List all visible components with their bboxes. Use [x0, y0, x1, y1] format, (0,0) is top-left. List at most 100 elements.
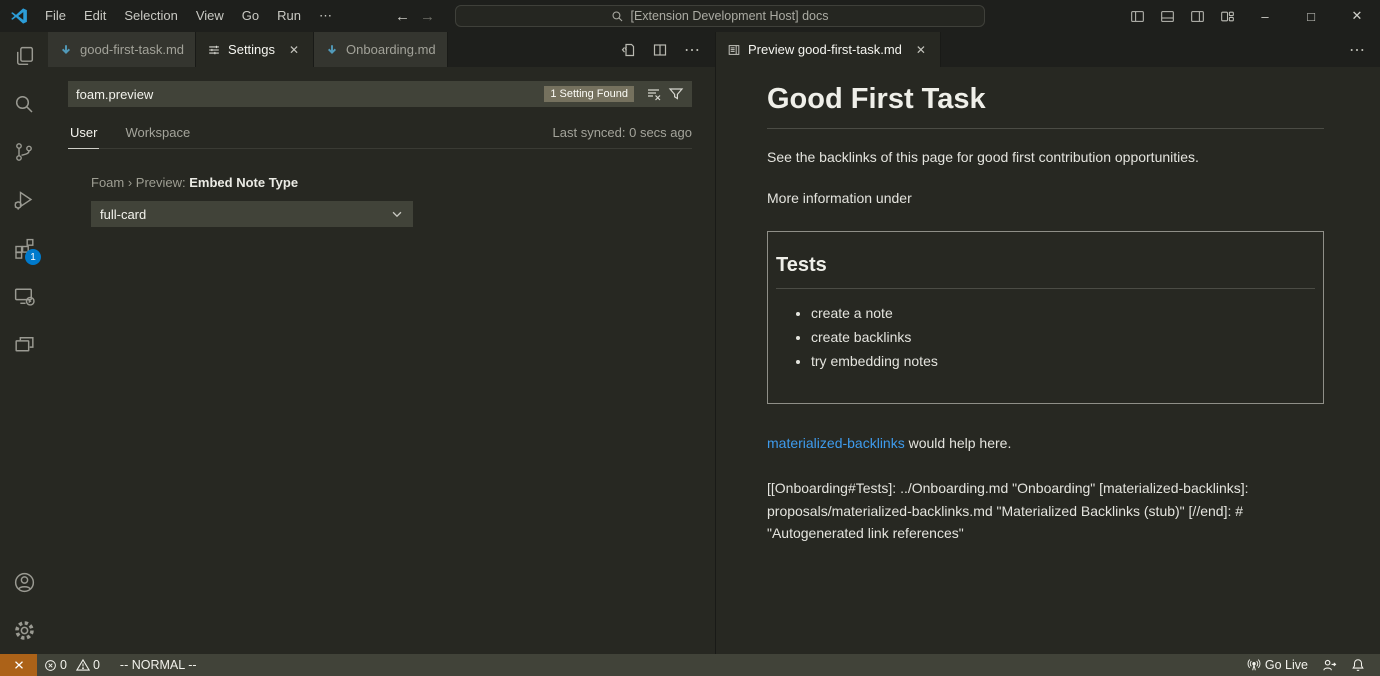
minimize-button[interactable]: –: [1242, 0, 1288, 32]
go-live-label: Go Live: [1265, 658, 1308, 672]
tab-label: good-first-task.md: [80, 42, 184, 57]
tab-label: Onboarding.md: [346, 42, 436, 57]
account-button[interactable]: [0, 558, 48, 606]
close-icon[interactable]: ✕: [913, 43, 929, 57]
list-item: create a note: [811, 305, 1315, 321]
nav-forward-button[interactable]: →: [420, 8, 435, 25]
embedded-note-title: Tests: [776, 254, 1315, 289]
settings-search-box: 1 Setting Found: [68, 81, 692, 107]
vscode-logo-icon: [10, 7, 28, 25]
customize-layout-button[interactable]: [1212, 0, 1242, 32]
tabstrip-left: good-first-task.md Settings ✕ Onboarding…: [48, 32, 715, 67]
gear-icon: [12, 618, 37, 643]
markdown-preview: Good First Task See the backlinks of thi…: [716, 67, 1380, 654]
menu-item-edit[interactable]: Edit: [75, 0, 115, 32]
vim-mode-label[interactable]: -- NORMAL --: [113, 654, 204, 676]
toggle-primary-sidebar-button[interactable]: [1122, 0, 1152, 32]
settings-sliders-icon: [207, 43, 221, 57]
remote-indicator-button[interactable]: [0, 654, 37, 676]
sidebar-item-source-control[interactable]: [0, 128, 48, 176]
menu-item-go[interactable]: Go: [233, 0, 268, 32]
broadcast-icon: [1247, 658, 1261, 672]
link-paragraph: materialized-backlinks would help here.: [767, 435, 1324, 451]
menu-item-file[interactable]: File: [36, 0, 75, 32]
setting-item-embed-note-type: Foam › Preview: Embed Note Type full-car…: [68, 175, 692, 227]
remote-icon: [12, 658, 26, 672]
search-icon: [611, 10, 624, 23]
tab-settings[interactable]: Settings ✕: [196, 32, 314, 67]
nav-back-button[interactable]: ←: [395, 8, 410, 25]
chevron-down-icon: [390, 207, 404, 221]
clear-search-filters-button[interactable]: [644, 84, 664, 104]
setting-title: Foam › Preview: Embed Note Type: [91, 175, 692, 190]
more-actions-button[interactable]: ⋯: [684, 40, 701, 60]
preview-title: Good First Task: [767, 83, 1324, 129]
debug-icon: [12, 188, 36, 212]
preview-paragraph-1: See the backlinks of this page for good …: [767, 149, 1324, 165]
split-editor-button[interactable]: [652, 42, 668, 58]
embed-note-type-dropdown[interactable]: full-card: [91, 201, 413, 227]
tab-good-first-task[interactable]: good-first-task.md: [48, 32, 196, 67]
link-references-paragraph: [[Onboarding#Tests]: ../Onboarding.md "O…: [767, 477, 1324, 545]
scope-tab-user[interactable]: User: [68, 121, 99, 149]
tab-label: Preview good-first-task.md: [748, 42, 902, 57]
toggle-secondary-sidebar-button[interactable]: [1182, 0, 1212, 32]
settings-editor: 1 Setting Found User Workspace Last sync…: [48, 67, 715, 654]
menu-item-view[interactable]: View: [187, 0, 233, 32]
go-live-button[interactable]: Go Live: [1240, 654, 1315, 676]
list-item: try embedding notes: [811, 353, 1315, 369]
markdown-icon: [59, 43, 73, 57]
markdown-icon: [325, 43, 339, 57]
markdown-preview-icon: [727, 43, 741, 57]
manage-settings-button[interactable]: [0, 606, 48, 654]
link-tail-text: would help here.: [905, 435, 1012, 451]
filter-settings-button[interactable]: [666, 84, 686, 104]
error-icon: [44, 659, 57, 672]
preview-paragraph-2: More information under: [767, 190, 1324, 206]
warning-count: 0: [93, 658, 100, 672]
maximize-button[interactable]: □: [1288, 0, 1334, 32]
extensions-badge: 1: [25, 249, 41, 265]
sidebar-item-run-debug[interactable]: [0, 176, 48, 224]
sidebar-item-extensions[interactable]: 1: [0, 224, 48, 272]
sidebar-item-explorer[interactable]: [0, 32, 48, 80]
results-count-badge: 1 Setting Found: [544, 86, 634, 102]
account-icon: [12, 570, 37, 595]
setting-name: Embed Note Type: [189, 175, 298, 190]
materialized-backlinks-link[interactable]: materialized-backlinks: [767, 435, 905, 451]
person-share-icon: [1322, 658, 1337, 673]
activity-bar: 1: [0, 32, 48, 654]
menu-item-run[interactable]: Run: [268, 0, 310, 32]
titlebar: File Edit Selection View Go Run ⋯ ← → [E…: [0, 0, 1380, 32]
toggle-panel-button[interactable]: [1152, 0, 1182, 32]
settings-search-input[interactable]: [68, 87, 544, 102]
notifications-button[interactable]: [1344, 654, 1372, 676]
scope-tab-workspace[interactable]: Workspace: [123, 121, 192, 148]
tab-label: Settings: [228, 42, 275, 57]
status-bar: 0 0 -- NORMAL -- Go Live: [0, 654, 1380, 676]
remote-explorer-icon: [12, 284, 37, 309]
tab-onboarding[interactable]: Onboarding.md: [314, 32, 448, 67]
embedded-note-list: create a note create backlinks try embed…: [776, 305, 1315, 369]
more-actions-button[interactable]: ⋯: [1349, 40, 1366, 60]
sidebar-item-search[interactable]: [0, 80, 48, 128]
files-icon: [12, 44, 37, 69]
menu-item-selection[interactable]: Selection: [115, 0, 186, 32]
list-item: create backlinks: [811, 329, 1315, 345]
sidebar-item-remote-explorer[interactable]: [0, 272, 48, 320]
share-button[interactable]: [1315, 654, 1344, 676]
search-icon: [12, 92, 36, 116]
setting-category: Foam › Preview:: [91, 175, 189, 190]
close-window-button[interactable]: ✕: [1334, 0, 1380, 32]
command-center-search[interactable]: [Extension Development Host] docs: [455, 5, 985, 27]
close-icon[interactable]: ✕: [286, 43, 302, 57]
problems-button[interactable]: 0 0: [37, 654, 113, 676]
open-settings-json-button[interactable]: [620, 42, 636, 58]
error-count: 0: [60, 658, 67, 672]
menu-overflow-button[interactable]: ⋯: [310, 0, 341, 32]
editor-group-left: good-first-task.md Settings ✕ Onboarding…: [48, 32, 715, 654]
tab-preview-good-first-task[interactable]: Preview good-first-task.md ✕: [716, 32, 941, 67]
tabstrip-right: Preview good-first-task.md ✕ ⋯: [716, 32, 1380, 67]
windows-stack-icon-item[interactable]: [0, 320, 48, 368]
source-control-icon: [12, 140, 36, 164]
